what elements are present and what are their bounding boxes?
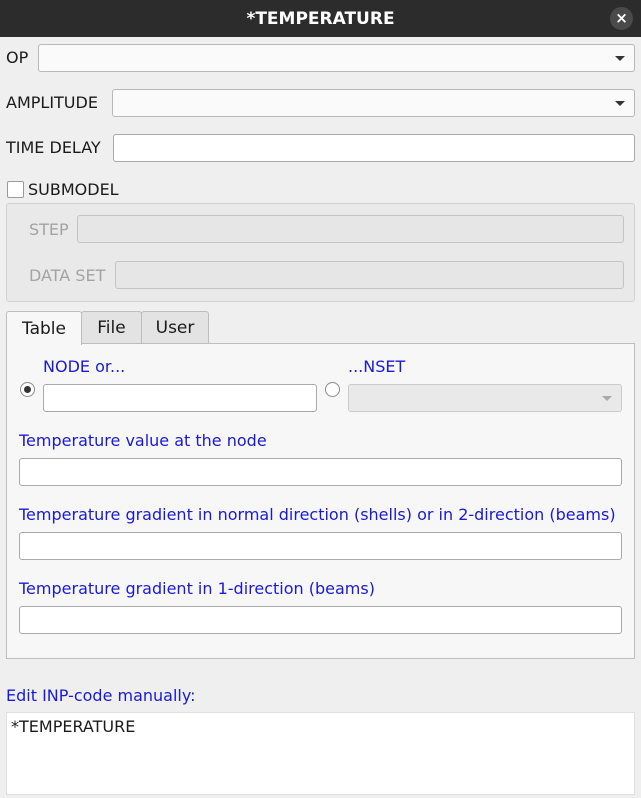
amplitude-label: AMPLITUDE [6, 93, 98, 112]
temp-gradient-normal-label: Temperature gradient in normal direction… [19, 505, 616, 524]
submodel-checkbox[interactable] [7, 181, 24, 198]
tab-label: File [97, 318, 126, 338]
editor-content: *TEMPERATURE [11, 717, 136, 736]
temp-value-field[interactable] [19, 458, 622, 486]
op-label: OP [6, 48, 29, 67]
tab-user[interactable]: User [141, 311, 209, 344]
node-radio[interactable] [20, 382, 35, 397]
nset-select[interactable] [348, 384, 622, 412]
tab-file[interactable]: File [81, 311, 142, 344]
submodel-label: SUBMODEL [28, 180, 119, 199]
window-title: *TEMPERATURE [246, 8, 395, 29]
nset-label: ...NSET [348, 357, 406, 376]
step-field[interactable] [77, 215, 624, 243]
chevron-down-icon [602, 396, 612, 401]
radio-selected-dot [24, 386, 31, 393]
data-set-label: DATA SET [29, 266, 106, 285]
close-icon: × [615, 9, 628, 27]
temp-gradient-1dir-field[interactable] [19, 606, 622, 634]
nset-radio[interactable] [325, 382, 340, 397]
temp-gradient-1dir-label: Temperature gradient in 1-direction (bea… [19, 579, 375, 598]
close-button[interactable]: × [610, 7, 633, 30]
tab-table[interactable]: Table [6, 311, 82, 345]
title-bar: *TEMPERATURE × [0, 0, 641, 37]
editor-label: Edit INP-code manually: [6, 686, 196, 705]
temp-value-label: Temperature value at the node [19, 431, 267, 450]
time-delay-field[interactable] [113, 134, 635, 162]
data-set-field[interactable] [115, 261, 624, 289]
step-label: STEP [29, 220, 69, 239]
op-select[interactable] [38, 44, 635, 72]
tab-label: Table [22, 318, 66, 339]
inp-code-editor[interactable]: *TEMPERATURE [6, 712, 635, 795]
node-field[interactable] [43, 384, 317, 412]
chevron-down-icon [615, 56, 625, 61]
temp-gradient-normal-field[interactable] [19, 532, 622, 560]
node-label: NODE or... [43, 357, 126, 376]
time-delay-label: TIME DELAY [6, 138, 101, 157]
chevron-down-icon [615, 101, 625, 106]
tab-label: User [155, 318, 195, 338]
amplitude-select[interactable] [112, 89, 635, 117]
